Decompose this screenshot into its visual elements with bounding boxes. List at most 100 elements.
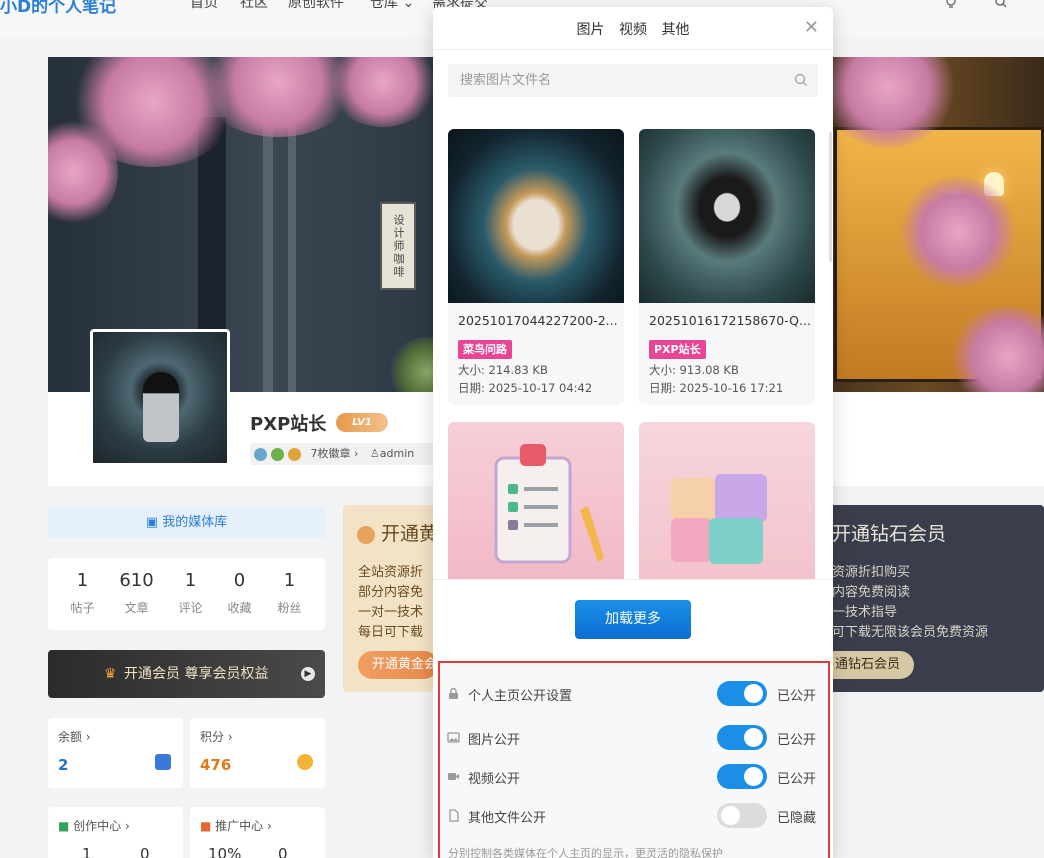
privacy-state: 已公开: [777, 689, 817, 704]
level-badge: LV1: [336, 413, 388, 432]
stat-value: 1: [283, 570, 296, 591]
privacy-state: 已公开: [777, 733, 817, 748]
image-icon: [447, 732, 460, 743]
profile-public-toggle[interactable]: [717, 681, 767, 706]
tab-images[interactable]: 图片: [577, 22, 605, 38]
stats-card: 1 帖子 610 文章 1 评论 0 收藏 1 粉丝: [48, 558, 325, 630]
vip-bar-label: 开通会员 尊享会员权益: [124, 666, 269, 682]
media-date: 日期: 2025-10-16 17:21: [649, 381, 784, 395]
cafe-sign: 设计师咖啡: [380, 202, 416, 290]
stat-fans[interactable]: 1 粉丝: [262, 558, 317, 616]
nav-community[interactable]: 社区: [240, 0, 268, 12]
videos-public-toggle[interactable]: [717, 764, 767, 789]
stat-value: 1: [76, 570, 89, 591]
balance-card[interactable]: 余额 › 2: [48, 718, 183, 788]
media-card[interactable]: 20251016172158670-Q... PXP站长 大小: 913.08 …: [639, 129, 815, 405]
puzzle-icon: [671, 474, 767, 564]
close-icon[interactable]: ✕: [804, 17, 819, 38]
privacy-label: 图片公开: [468, 733, 521, 748]
privacy-row-videos: 视频公开 已公开: [440, 762, 828, 792]
file-icon: [449, 809, 459, 822]
site-logo[interactable]: 小D的个人笔记: [0, 0, 116, 17]
role-label: admin: [379, 447, 415, 460]
my-media-library-tab[interactable]: ▣ 我的媒体库: [48, 507, 325, 538]
gold-member-promo: 开通黄 全站资源折 部分内容免 一对一技术 每日可下载 开通黄金会: [343, 505, 438, 692]
uploader-tag: PXP站长: [649, 340, 706, 359]
media-thumbnail[interactable]: [448, 129, 624, 303]
coins-icon: [297, 754, 313, 770]
stat-label: 文章: [124, 601, 149, 615]
media-filename: 20251017044227200-2...: [458, 313, 618, 328]
search-box: [448, 64, 818, 97]
medal-count: 7枚徽章 ›: [310, 447, 359, 460]
media-library-modal: 图片 视频 其他 ✕ 20251017044227200-2... 菜鸟问路 大…: [433, 7, 833, 858]
uploader-tag: 菜鸟问路: [458, 340, 512, 359]
gold-promo-title-text: 开通黄: [381, 523, 439, 545]
medal-bar[interactable]: 7枚徽章 › ♙admin: [250, 443, 434, 465]
stat-posts[interactable]: 1 帖子: [55, 558, 110, 616]
balance-label: 余额 ›: [58, 730, 91, 744]
tab-other[interactable]: 其他: [661, 22, 689, 38]
crown-icon: ♛: [104, 666, 117, 682]
media-card[interactable]: 20251017044227200-2... 菜鸟问路 大小: 214.83 K…: [448, 129, 624, 405]
load-more-button[interactable]: 加载更多: [575, 600, 691, 639]
creator-center-title: ■ 创作中心 ›: [58, 817, 130, 834]
stat-articles[interactable]: 610 文章: [109, 558, 164, 616]
stat-label: 收藏: [227, 601, 252, 615]
open-gold-member-button[interactable]: 开通黄金会: [358, 651, 438, 679]
stat-label: 帖子: [70, 601, 95, 615]
medal-icon: [271, 447, 284, 461]
divider: [433, 49, 833, 50]
tab-videos[interactable]: 视频: [619, 22, 647, 38]
stat-value: 1: [184, 570, 197, 591]
gold-promo-title: 开通黄: [357, 519, 438, 546]
arrow-right-icon: ▶: [301, 667, 315, 681]
diamond-promo-line: 一技术指导: [832, 605, 898, 620]
nav-repository[interactable]: 仓库 ⌄: [370, 0, 414, 12]
promotion-center-card[interactable]: ■ 推广中心 › 10% 0: [190, 807, 325, 858]
image-icon: ▣: [145, 515, 159, 530]
media-thumbnail[interactable]: [639, 129, 815, 303]
search-icon[interactable]: [794, 73, 808, 87]
diamond-member-promo: 开通钻石会员 资源折扣购买 内容免费阅读 一技术指导 可下载无限该会员免费资源 …: [812, 505, 1044, 692]
scrollbar[interactable]: [829, 132, 832, 262]
medal-icon: [254, 447, 267, 461]
stat-value: 0: [233, 570, 246, 591]
clipboard-illustration[interactable]: [448, 422, 624, 579]
nav-original-software[interactable]: 原创软件: [288, 0, 344, 12]
gold-medal-icon: [357, 525, 375, 544]
media-card[interactable]: [639, 422, 815, 579]
privacy-row-profile: 个人主页公开设置 已公开: [440, 679, 828, 709]
avatar[interactable]: [90, 329, 230, 466]
vip-upgrade-bar[interactable]: ♛ 开通会员 尊享会员权益 ▶: [48, 650, 325, 698]
search-icon[interactable]: [994, 0, 1008, 10]
privacy-state: 已公开: [777, 772, 817, 787]
diamond-promo-line: 内容免费阅读: [832, 585, 911, 600]
stat-value: 610: [119, 570, 154, 591]
medal-icon: [288, 447, 301, 461]
wallet-icon: [155, 754, 171, 770]
privacy-label: 视频公开: [468, 772, 521, 787]
creator-center-card[interactable]: ■ 创作中心 › 1 0: [48, 807, 183, 858]
stat-favorites[interactable]: 0 收藏: [212, 558, 267, 616]
images-public-toggle[interactable]: [717, 725, 767, 750]
promotion-value-b: 0: [278, 845, 288, 858]
bulb-icon[interactable]: [944, 0, 958, 10]
stat-label: 粉丝: [277, 601, 302, 615]
lock-icon: [449, 687, 458, 699]
nav-home[interactable]: 首页: [190, 0, 218, 12]
gold-promo-line: 全站资源折: [358, 565, 424, 580]
privacy-label: 个人主页公开设置: [468, 689, 573, 704]
other-files-public-toggle[interactable]: [717, 803, 767, 828]
puzzle-illustration[interactable]: [639, 422, 815, 579]
media-filename: 20251016172158670-Q...: [649, 313, 811, 328]
points-card[interactable]: 积分 › 476: [190, 718, 325, 788]
media-card[interactable]: [448, 422, 624, 579]
search-input[interactable]: [448, 64, 778, 97]
media-size: 大小: 214.83 KB: [458, 363, 548, 377]
profile-name: PXP站长: [250, 414, 327, 435]
stat-comments[interactable]: 1 评论: [163, 558, 218, 616]
creator-value-a: 1: [82, 845, 92, 858]
stat-label: 评论: [178, 601, 203, 615]
media-size: 大小: 913.08 KB: [649, 363, 739, 377]
